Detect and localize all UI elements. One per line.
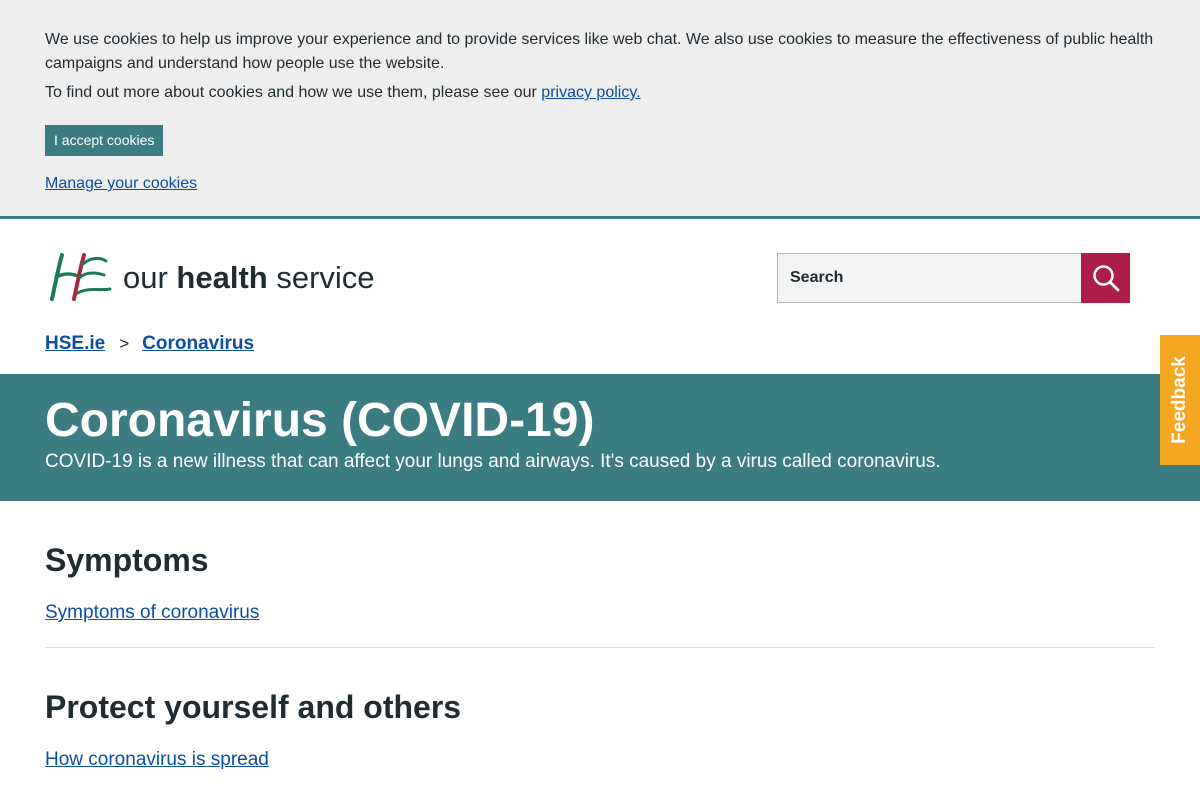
feedback-label: Feedback (1169, 356, 1190, 444)
cookie-privacy-message: To find out more about cookies and how w… (45, 81, 641, 105)
tagline-bold: health (176, 260, 268, 295)
cookie-message: We use cookies to help us improve your e… (45, 31, 1154, 72)
breadcrumb-coronavirus-link[interactable]: Coronavirus (142, 333, 254, 354)
manage-cookies-link[interactable]: Manage your cookies (45, 173, 197, 195)
tagline-pre: our (123, 260, 177, 295)
site-tagline: our health service (123, 258, 375, 298)
search-icon (1092, 265, 1119, 292)
symptoms-link[interactable]: Symptoms of coronavirus (45, 600, 259, 626)
section-heading-protect: Protect yourself and others (45, 689, 462, 725)
cookie-banner: We use cookies to help us improve your e… (0, 0, 1200, 219)
privacy-policy-link[interactable]: privacy policy. (541, 84, 640, 101)
cookie-privacy-prefix: To find out more about cookies and how w… (45, 84, 542, 101)
tagline-post: service (267, 260, 375, 295)
hse-logo-icon (50, 253, 112, 301)
page-subtitle: COVID-19 is a new illness that can affec… (45, 451, 941, 472)
feedback-tab[interactable]: Feedback (1160, 335, 1200, 465)
hero-banner: Coronavirus (COVID-19) COVID-19 is a new… (0, 374, 1200, 501)
search-button[interactable] (1081, 253, 1130, 303)
breadcrumb: HSE.ie > Coronavirus (45, 331, 254, 357)
section-divider (45, 647, 1155, 648)
accept-cookies-button[interactable]: I accept cookies (45, 125, 164, 156)
breadcrumb-separator: > (119, 334, 130, 353)
spread-link[interactable]: How coronavirus is spread (45, 747, 269, 773)
breadcrumb-hse-link[interactable]: HSE.ie (45, 333, 105, 354)
page-title: Coronavirus (COVID-19) (45, 394, 595, 447)
search-input[interactable]: Search (777, 253, 1082, 303)
section-heading-symptoms: Symptoms (45, 542, 209, 578)
hse-logo[interactable] (48, 251, 114, 303)
